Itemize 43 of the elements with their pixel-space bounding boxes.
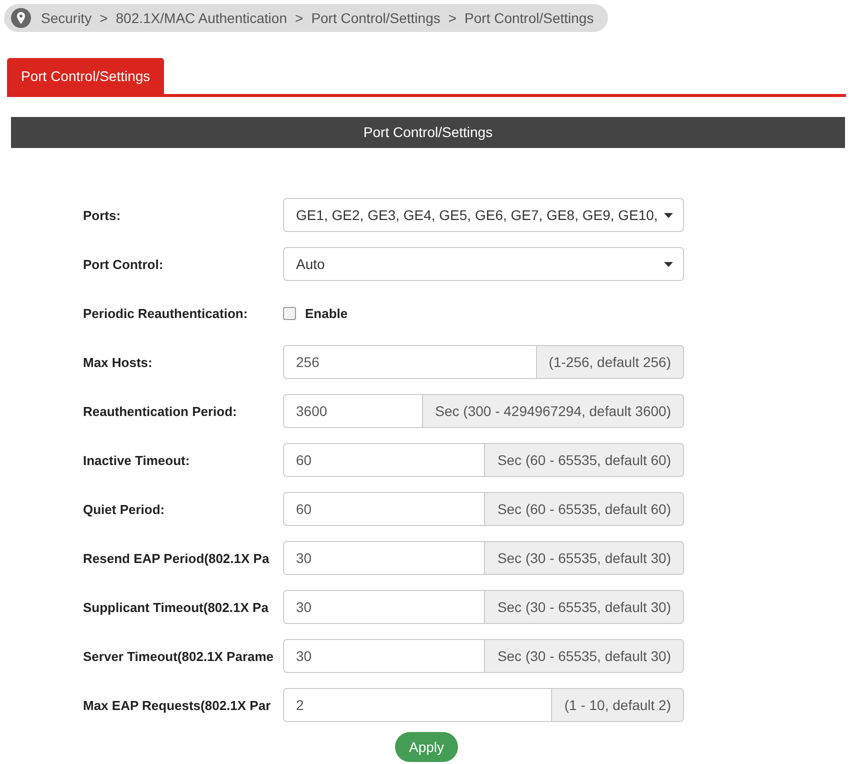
tab[interactable]: Port Control/Settings (7, 58, 164, 94)
range-hint: Sec (60 - 65535, default 60) (485, 492, 684, 526)
field-label: Server Timeout(802.1X Parame (83, 648, 275, 664)
field-label: Periodic Reauthentication: (83, 306, 249, 320)
caret-icon (664, 262, 673, 266)
location-pin-icon (11, 8, 31, 28)
input-field[interactable]: 60 (283, 443, 486, 477)
checkbox-label: Enable (305, 306, 348, 320)
breadcrumb-separator: > (100, 10, 108, 26)
breadcrumb-item[interactable]: Security (41, 10, 92, 26)
range-hint: Sec (30 - 65535, default 30) (485, 639, 684, 673)
dropdown[interactable]: Auto (283, 247, 684, 281)
input-field[interactable]: 30 (283, 541, 486, 575)
checkbox[interactable] (283, 306, 296, 320)
input-field[interactable]: 2 (283, 688, 552, 722)
breadcrumb-separator: > (448, 10, 457, 26)
dropdown[interactable]: GE1, GE2, GE3, GE4, GE5, GE6, GE7, GE8, GE9, GE10, (283, 198, 684, 232)
field-label: Max EAP Requests(802.1X Par (83, 698, 272, 712)
field-label: Reauthentication Period: (83, 404, 238, 418)
input-field[interactable]: 60 (283, 492, 486, 526)
field-label: Max Hosts: (83, 354, 154, 370)
input-field[interactable]: 256 (283, 345, 537, 379)
field-label: Port Control: (83, 256, 164, 272)
field-label: Supplicant Timeout(802.1X Pa (83, 600, 270, 614)
input-field[interactable]: 30 (283, 590, 486, 624)
range-hint: Sec (300 - 4294967294, default 3600) (423, 394, 684, 428)
field-label: Inactive Timeout: (83, 452, 191, 468)
breadcrumb-separator: > (295, 10, 304, 26)
field-label: Resend EAP Period(802.1X Pa (83, 550, 270, 566)
breadcrumb-item[interactable]: Port Control/Settings (311, 10, 440, 26)
panel-header: Port Control/Settings (11, 117, 845, 148)
field-label: Ports: (83, 208, 122, 222)
breadcrumb-item[interactable]: 802.1X/MAC Authentication (116, 10, 287, 26)
range-hint: Sec (30 - 65535, default 30) (485, 541, 684, 575)
range-hint: (1-256, default 256) (536, 345, 684, 379)
range-hint: Sec (30 - 65535, default 30) (485, 590, 684, 624)
caret-icon (664, 212, 673, 218)
range-hint: (1 - 10, default 2) (552, 688, 684, 722)
input-field[interactable]: 30 (283, 639, 486, 673)
range-hint: Sec (60 - 65535, default 60) (485, 443, 684, 477)
input-field[interactable]: 3600 (283, 394, 424, 428)
field-label: Quiet Period: (83, 502, 166, 516)
breadcrumb-item[interactable]: Port Control/Settings (464, 10, 594, 26)
